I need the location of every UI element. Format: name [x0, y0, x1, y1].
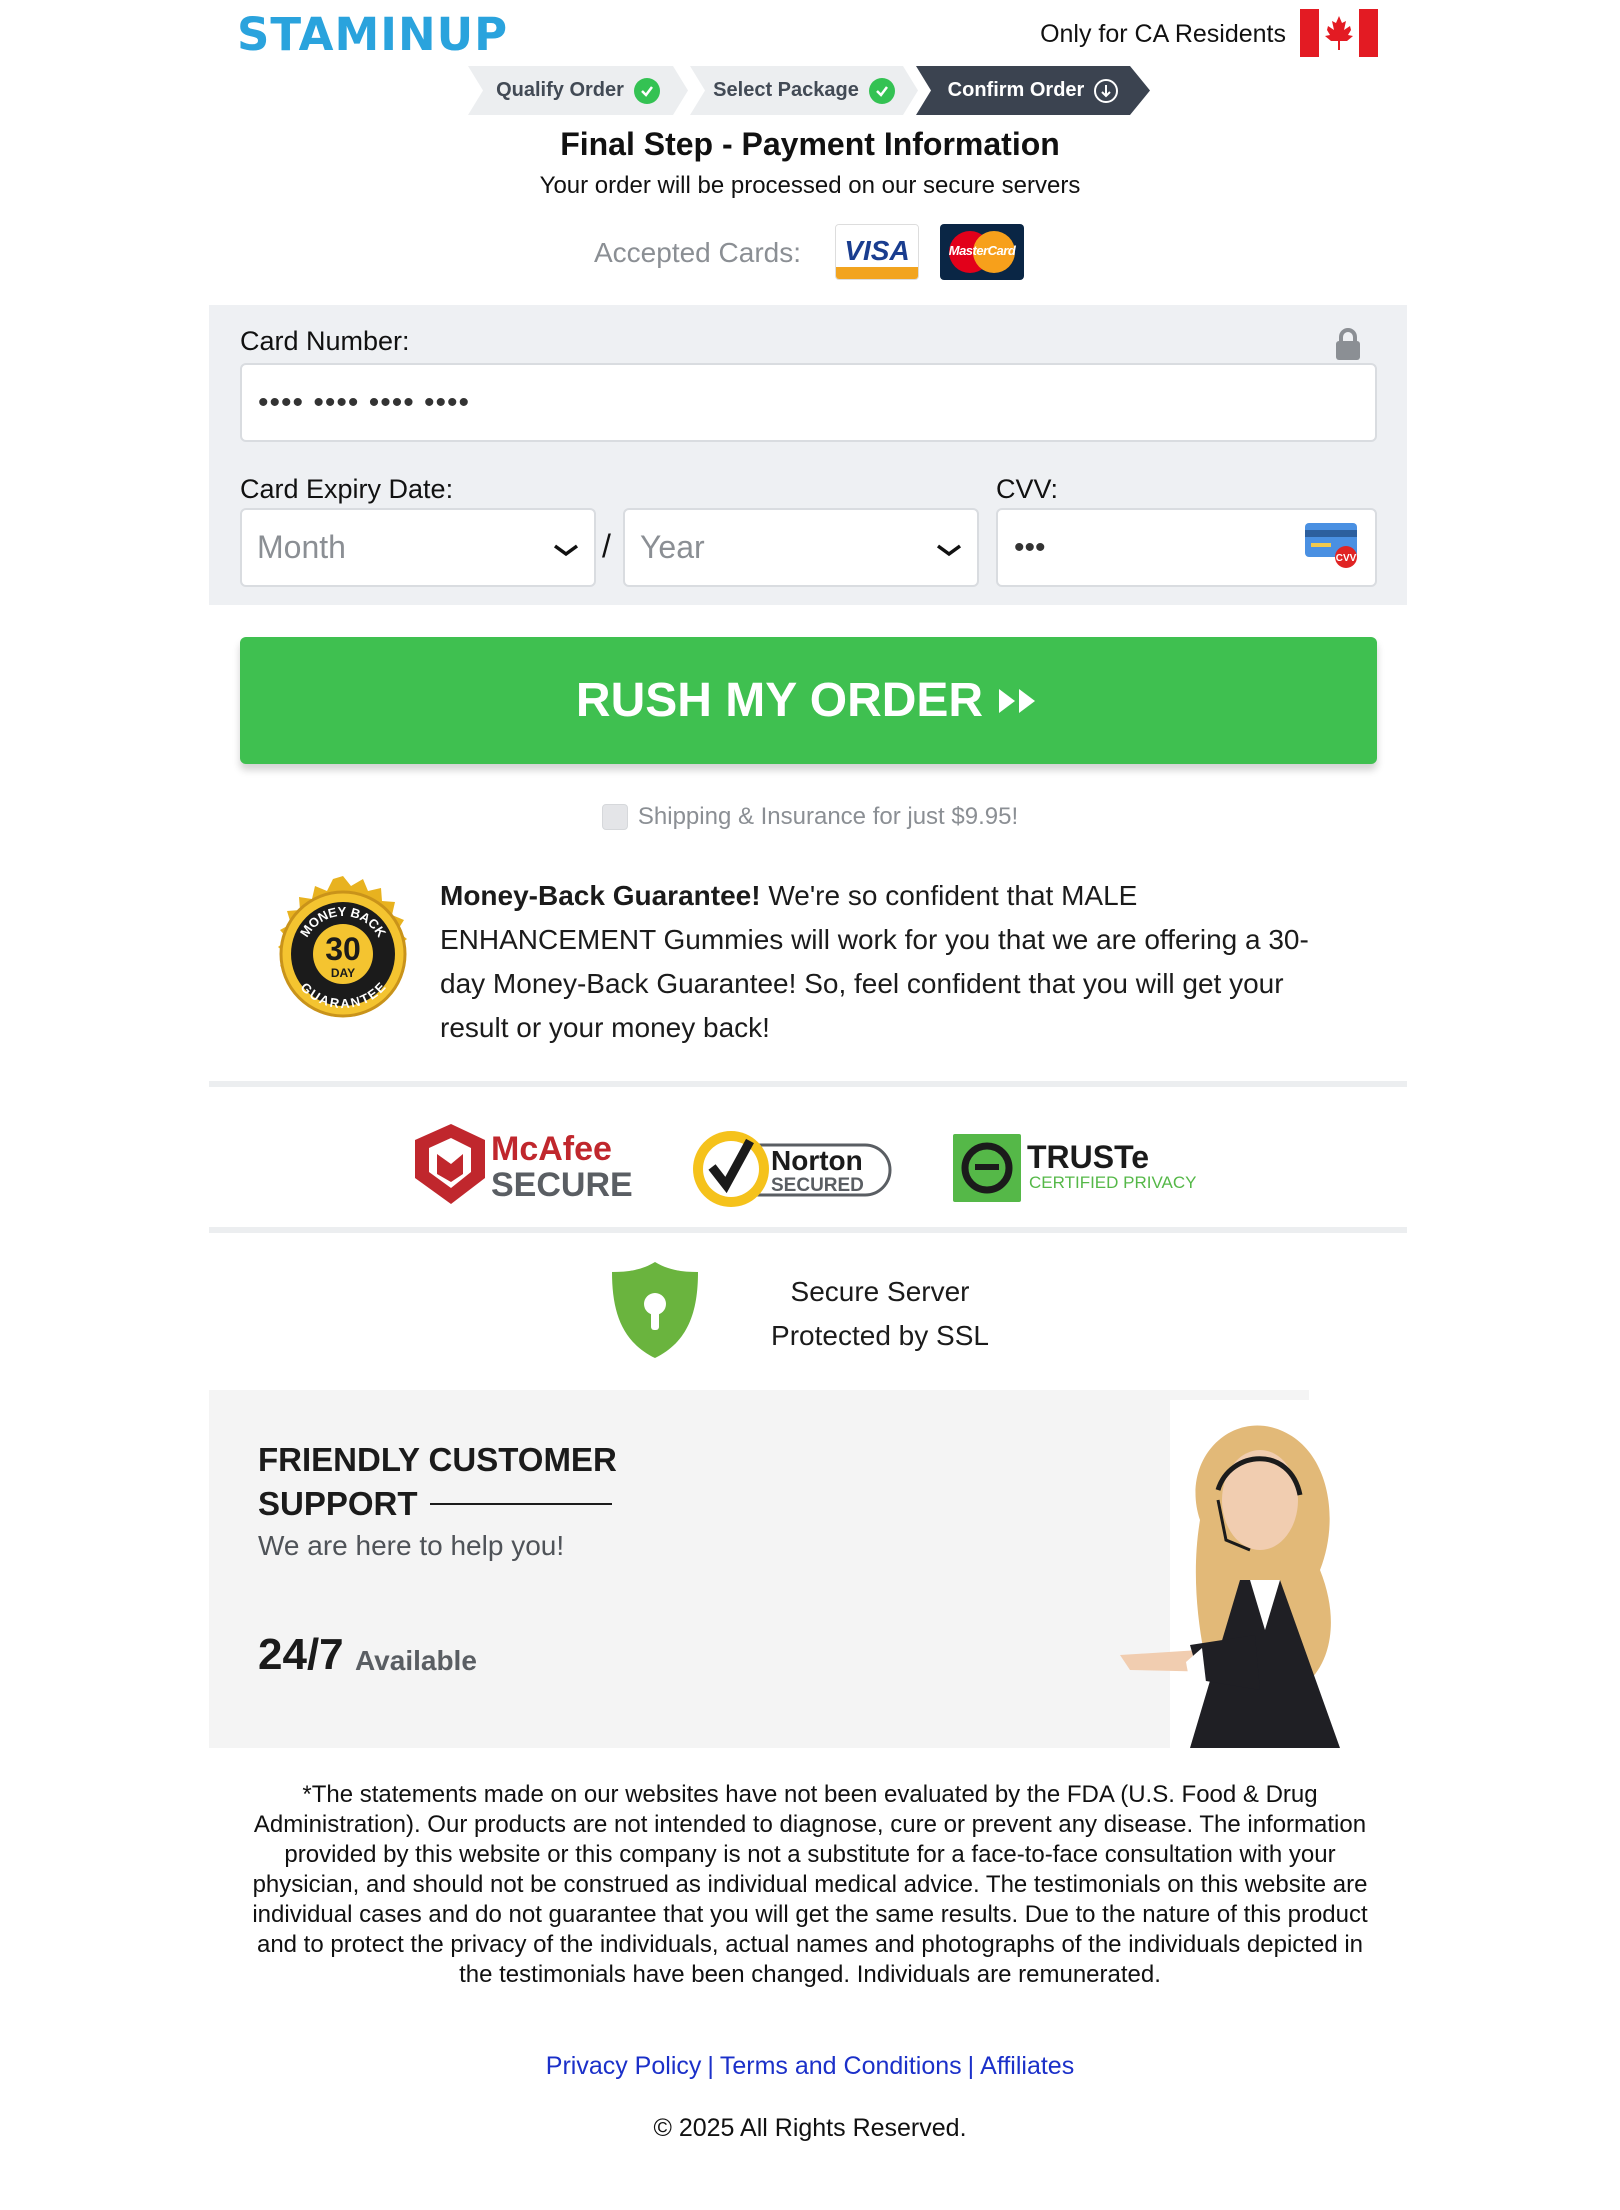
expiry-separator: /: [602, 528, 611, 564]
cvv-card-icon: CVV: [1303, 519, 1361, 577]
arrow-down-icon: [1094, 78, 1119, 103]
cvv-input[interactable]: ••• CVV: [996, 508, 1377, 587]
divider: [209, 1227, 1407, 1233]
guarantee-text: Money-Back Guarantee! We're so confident…: [440, 880, 1309, 1043]
mcafee-secure-badge: McAfee SECURE: [413, 1122, 643, 1217]
canada-flag-icon: [1300, 9, 1378, 57]
svg-text:SECURE: SECURE: [491, 1166, 633, 1204]
shipping-checkbox[interactable]: [601, 804, 628, 830]
copyright: © 2025 All Rights Reserved.: [653, 2114, 967, 2142]
rush-my-order-button[interactable]: RUSH MY ORDER: [240, 637, 1377, 764]
footer-links: Privacy Policy | Terms and Conditions | Affi…: [545, 2052, 1075, 2080]
shipping-label: Shipping & Insurance for just $9.95!: [637, 803, 1019, 830]
chevron-down-icon: [935, 529, 963, 566]
svg-text:TRUSTe: TRUSTe: [1027, 1139, 1149, 1175]
card-number-input[interactable]: •••• •••• •••• ••••: [240, 363, 1377, 442]
mastercard-icon: MasterCard: [940, 224, 1024, 280]
support-hours: 24/7: [258, 1630, 344, 1679]
support-title: FRIENDLY CUSTOMER SUPPORT: [258, 1441, 617, 1522]
support-agent-image: [1090, 1400, 1350, 1753]
cvv-label: CVV:: [996, 474, 1059, 504]
staminup-logo[interactable]: STAMINUP: [237, 8, 508, 61]
norton-secured-badge: Norton SECURED: [688, 1115, 898, 1220]
svg-text:CERTIFIED PRIVACY: CERTIFIED PRIVACY: [1029, 1173, 1197, 1192]
chevron-down-icon: [552, 529, 580, 566]
privacy-policy-link[interactable]: Privacy Policy: [546, 2052, 702, 2080]
svg-text:DAY: DAY: [331, 966, 355, 980]
page-title: Final Step - Payment Information: [560, 126, 1060, 162]
step-select-package: Select Package: [690, 66, 918, 115]
card-number-label: Card Number:: [240, 326, 410, 356]
step-confirm-order: Confirm Order: [916, 66, 1150, 115]
check-icon: [868, 77, 895, 104]
svg-text:McAfee: McAfee: [491, 1130, 612, 1168]
expiry-year-select[interactable]: Year: [623, 508, 979, 587]
affiliates-link[interactable]: Affiliates: [980, 2052, 1074, 2080]
expiry-month-select[interactable]: Month: [240, 508, 596, 587]
divider: [209, 1081, 1407, 1087]
support-subtitle: We are here to help you!: [258, 1530, 565, 1561]
double-chevron-right-icon: [997, 673, 1041, 728]
svg-text:CVV: CVV: [1336, 553, 1357, 564]
lock-icon: [1333, 327, 1363, 366]
accepted-cards-label: Accepted Cards:: [594, 237, 801, 268]
shipping-option: Shipping & Insurance for just $9.95!: [0, 803, 1620, 831]
page-subtitle: Your order will be processed on our secu…: [539, 172, 1081, 199]
svg-text:Norton: Norton: [771, 1145, 863, 1176]
expiry-date-label: Card Expiry Date:: [240, 474, 454, 504]
visa-card-icon: VISA: [835, 224, 919, 280]
support-title-underline: [430, 1503, 612, 1505]
terms-conditions-link[interactable]: Terms and Conditions: [720, 2052, 962, 2080]
truste-certified-badge: TRUSTe CERTIFIED PRIVACY: [951, 1130, 1211, 1211]
ssl-shield-icon: [610, 1260, 700, 1365]
check-icon: [633, 77, 660, 104]
svg-text:SECURED: SECURED: [771, 1175, 864, 1196]
ssl-text: Secure Server Protected by SSL: [771, 1276, 989, 1351]
support-available: Available: [355, 1645, 477, 1676]
residency-notice: Only for CA Residents: [1040, 20, 1286, 48]
step-qualify-order: Qualify Order: [468, 66, 688, 115]
svg-text:30: 30: [325, 931, 361, 967]
money-back-seal-icon: 30 DAY MONEY BACK GUARANTEE: [263, 874, 423, 1039]
fda-disclaimer: *The statements made on our websites hav…: [252, 1781, 1368, 1988]
checkout-steps: Qualify Order Select Package Confirm Ord…: [468, 66, 1150, 115]
